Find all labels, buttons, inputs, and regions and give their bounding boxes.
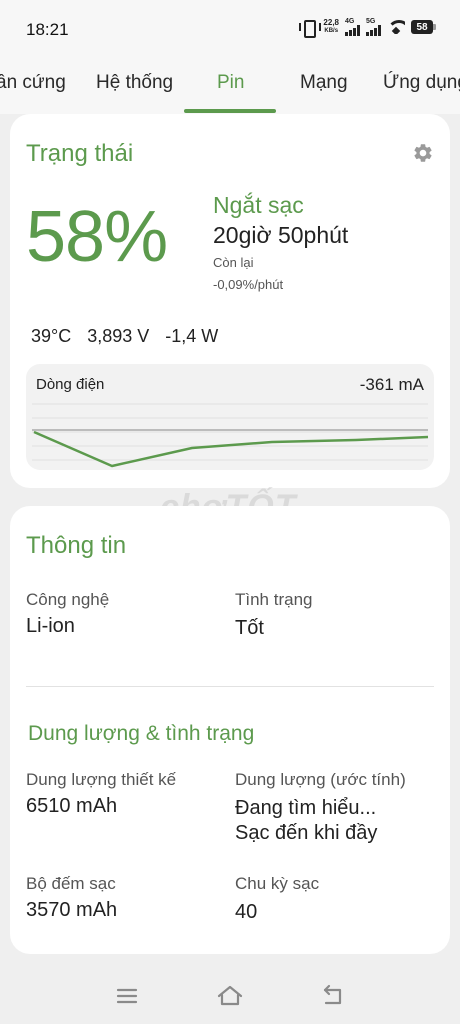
health-label: Tình trạng — [235, 590, 313, 609]
vibrate-icon — [299, 19, 322, 38]
tab-network[interactable]: Mạng — [300, 72, 348, 94]
tab-apps[interactable]: Ứng dụng — [383, 72, 460, 94]
tab-hardware[interactable]: ần cứng — [0, 72, 66, 94]
network-speed-value: 22,8 — [323, 18, 339, 27]
network-speed-unit: KB/s — [324, 28, 339, 34]
back-icon[interactable] — [318, 982, 348, 1008]
cycle-label: Chu kỳ sạc — [235, 874, 320, 893]
info-title: Thông tin — [26, 532, 127, 559]
tab-indicator — [184, 109, 276, 113]
cycle-value: 40 — [235, 901, 258, 923]
tab-bar: ần cứng Hệ thống Pin Mạng Ứng dụng — [0, 58, 460, 114]
status-time: 18:21 — [26, 20, 69, 39]
network-type-1: 4G — [345, 18, 355, 25]
navigation-bar — [0, 968, 460, 1024]
status-icons: 22,8 KB/s 4G 5G 58 — [299, 18, 436, 38]
tab-system[interactable]: Hệ thống — [96, 72, 173, 94]
design-capacity-value: 6510 mAh — [26, 795, 118, 817]
health-value: Tốt — [235, 617, 264, 639]
current-graph-box[interactable]: Dòng điện -361 mA — [26, 364, 434, 470]
tab-battery[interactable]: Pin — [217, 72, 244, 94]
info-card: Thông tin Công nghệ Li-ion Tình trạng Tố… — [10, 506, 450, 954]
battery-stats: 39°C 3,893 V -1,4 W — [31, 326, 218, 347]
voltage: 3,893 V — [87, 326, 150, 346]
technology-label: Công nghệ — [26, 590, 110, 609]
battery-percent: 58% — [26, 197, 168, 277]
menu-icon[interactable] — [112, 982, 142, 1008]
status-card: Trạng thái 58% Ngắt sạc 20giờ 50phút Còn… — [10, 114, 450, 488]
estimated-capacity-value-2: Sạc đến khi đầy — [235, 822, 378, 844]
power: -1,4 W — [165, 326, 219, 346]
current-label: Dòng điện — [36, 376, 105, 393]
time-left: 20giờ 50phút — [213, 222, 349, 248]
current-graph — [32, 403, 429, 468]
estimated-capacity-value-1: Đang tìm hiểu... — [235, 797, 377, 819]
battery-level: 58 — [411, 20, 433, 34]
charge-counter-label: Bộ đếm sạc — [26, 874, 116, 893]
status-bar: 18:21 22,8 KB/s 4G 5G 58 — [0, 0, 460, 58]
gear-icon[interactable] — [412, 142, 434, 164]
network-speed: 22,8 KB/s — [323, 19, 339, 35]
network-type-2: 5G — [366, 18, 376, 25]
temperature: 39°C — [31, 326, 72, 346]
current-value: -361 mA — [359, 375, 424, 394]
remain-label: Còn lại — [213, 255, 254, 270]
divider — [26, 686, 434, 687]
wifi-icon — [387, 20, 405, 34]
current-line — [33, 430, 429, 468]
capacity-title: Dung lượng & tình trạng — [28, 722, 255, 745]
home-icon[interactable] — [215, 982, 245, 1008]
signal-4g-icon: 4G — [345, 18, 360, 36]
estimated-capacity-label: Dung lượng (ước tính) — [235, 770, 406, 789]
battery-icon: 58 — [411, 20, 436, 34]
design-capacity-label: Dung lượng thiết kế — [26, 770, 177, 789]
signal-5g-icon: 5G — [366, 18, 381, 36]
charge-status: Ngắt sạc — [213, 192, 304, 218]
charge-counter-value: 3570 mAh — [26, 899, 118, 921]
status-title: Trạng thái — [26, 140, 134, 167]
technology-value: Li-ion — [26, 615, 75, 637]
discharge-rate: -0,09%/phút — [213, 277, 284, 292]
